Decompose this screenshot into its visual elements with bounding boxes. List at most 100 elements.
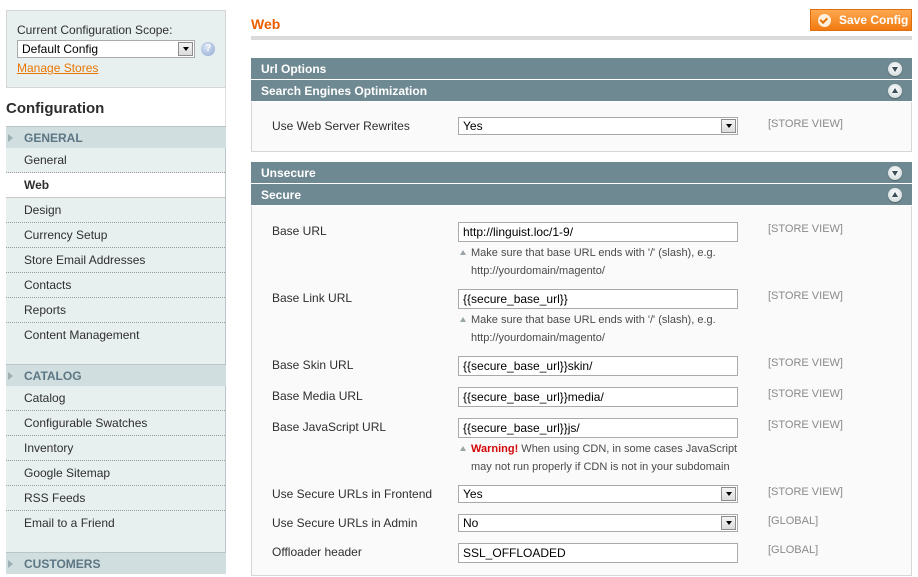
page-title: Web — [251, 16, 281, 32]
sidebar-item-currency-setup[interactable]: Currency Setup — [6, 223, 225, 248]
group-seo-title: Search Engines Optimization — [261, 84, 428, 98]
group-unsecure-title: Unsecure — [261, 166, 316, 180]
sidebar-item-configurable-swatches[interactable]: Configurable Swatches — [6, 411, 225, 436]
chevron-down-icon[interactable] — [721, 119, 736, 133]
warning-label: Warning! — [471, 443, 519, 455]
save-config-label: Save Config — [839, 13, 909, 27]
group-secure-title: Secure — [261, 188, 302, 202]
group-seo[interactable]: Search Engines Optimization — [251, 80, 912, 102]
select-value: Yes — [463, 487, 483, 501]
note-line: Make sure that base URL ends with '/' (s… — [471, 247, 716, 259]
scope-label: [GLOBAL] — [768, 544, 819, 556]
secure-fieldset: Base URL http://linguist.loc/1-9/ Make s… — [251, 206, 912, 576]
group-unsecure[interactable]: Unsecure — [251, 162, 912, 184]
field-label: Base URL — [272, 224, 327, 238]
field-label: Base Media URL — [272, 389, 363, 403]
note-line: Make sure that base URL ends with '/' (s… — [471, 314, 716, 326]
collapse-icon[interactable] — [888, 84, 902, 98]
expand-icon[interactable] — [888, 166, 902, 180]
sidebar-item-store-email-addresses[interactable]: Store Email Addresses — [6, 248, 225, 273]
sidebar-item-web[interactable]: Web — [6, 173, 225, 198]
page-header: Web Save Config — [251, 0, 912, 40]
manage-stores-link[interactable]: Manage Stores — [17, 61, 98, 75]
chevron-down-icon[interactable] — [721, 487, 736, 501]
expand-icon[interactable] — [888, 62, 902, 76]
group-url-options-title: Url Options — [261, 62, 327, 76]
config-title: Configuration — [6, 88, 226, 126]
scope-label: Current Configuration Scope: — [17, 23, 173, 37]
field-row-offloader-header: Offloader header SSL_OFFLOADED [GLOBAL] — [252, 543, 911, 572]
use-secure-frontend-select[interactable]: Yes — [458, 485, 738, 503]
sidebar-list-catalog: Catalog Configurable Swatches Inventory … — [6, 386, 226, 552]
field-row-use-secure-admin: Use Secure URLs in Admin No [GLOBAL] — [252, 514, 911, 543]
sidebar-item-google-sitemap[interactable]: Google Sitemap — [6, 461, 225, 486]
save-config-button[interactable]: Save Config — [810, 9, 912, 31]
field-label: Use Secure URLs in Admin — [272, 516, 418, 530]
chevron-down-icon[interactable] — [178, 42, 194, 56]
base-link-url-input[interactable]: {{secure_base_url}} — [458, 289, 738, 309]
group-secure[interactable]: Secure — [251, 184, 912, 206]
scope-select-value: Default Config — [22, 42, 99, 56]
scope-label: [STORE VIEW] — [768, 388, 843, 400]
rewrites-select[interactable]: Yes — [458, 117, 738, 135]
sidebar-item-catalog[interactable]: Catalog — [6, 386, 225, 411]
sidebar-item-content-management[interactable]: Content Management — [6, 323, 225, 348]
field-row-base-url: Base URL http://linguist.loc/1-9/ Make s… — [252, 222, 911, 289]
scope-label: [STORE VIEW] — [768, 486, 843, 498]
chevron-down-icon[interactable] — [721, 516, 736, 530]
sidebar-item-contacts[interactable]: Contacts — [6, 273, 225, 298]
check-icon — [818, 13, 831, 27]
use-secure-admin-select[interactable]: No — [458, 514, 738, 532]
field-row-use-secure-frontend: Use Secure URLs in Frontend Yes [STORE V… — [252, 485, 911, 514]
field-label: Base JavaScript URL — [272, 420, 387, 434]
base-url-input[interactable]: http://linguist.loc/1-9/ — [458, 222, 738, 242]
field-row-base-js-url: Base JavaScript URL {{secure_base_url}}j… — [252, 418, 911, 485]
scope-select[interactable]: Default Config — [17, 40, 196, 58]
base-js-url-input[interactable]: {{secure_base_url}}js/ — [458, 418, 738, 438]
field-note: Make sure that base URL ends with '/' (s… — [458, 244, 738, 280]
base-media-url-input[interactable]: {{secure_base_url}}media/ — [458, 387, 738, 407]
note-line: http://yourdomain/magento/ — [471, 332, 605, 344]
note-line: http://yourdomain/magento/ — [471, 265, 605, 277]
scope-label: [STORE VIEW] — [768, 357, 843, 369]
base-skin-url-input[interactable]: {{secure_base_url}}skin/ — [458, 356, 738, 376]
scope-label: [STORE VIEW] — [768, 419, 843, 431]
scope-switcher: Current Configuration Scope: Default Con… — [6, 10, 226, 88]
field-label: Use Secure URLs in Frontend — [272, 487, 433, 501]
scope-label: [STORE VIEW] — [768, 118, 843, 130]
field-label: Use Web Server Rewrites — [272, 119, 410, 133]
sidebar-list-general: General Web Design Currency Setup Store … — [6, 148, 226, 364]
offloader-header-input[interactable]: SSL_OFFLOADED — [458, 543, 738, 563]
seo-fieldset: Use Web Server Rewrites Yes [STORE VIEW] — [251, 102, 912, 152]
group-url-options[interactable]: Url Options — [251, 58, 912, 80]
sidebar-item-rss-feeds[interactable]: RSS Feeds — [6, 486, 225, 511]
sidebar: Current Configuration Scope: Default Con… — [6, 10, 226, 574]
field-row-base-link-url: Base Link URL {{secure_base_url}} Make s… — [252, 289, 911, 356]
scope-label: [STORE VIEW] — [768, 223, 843, 235]
sidebar-section-general[interactable]: GENERAL — [6, 126, 226, 148]
rewrites-select-value: Yes — [463, 119, 483, 133]
sidebar-item-design[interactable]: Design — [6, 198, 225, 223]
scope-label: [GLOBAL] — [768, 515, 819, 527]
sidebar-item-inventory[interactable]: Inventory — [6, 436, 225, 461]
field-note: Warning! When using CDN, in some cases J… — [458, 440, 738, 476]
field-row-base-skin-url: Base Skin URL {{secure_base_url}}skin/ [… — [252, 356, 911, 387]
sidebar-section-catalog[interactable]: CATALOG — [6, 364, 226, 386]
select-value: No — [463, 516, 479, 530]
field-label: Base Link URL — [272, 291, 353, 305]
sidebar-item-general[interactable]: General — [6, 148, 225, 173]
main-content: Web Save Config Url Options Search Engin… — [251, 0, 912, 576]
field-label: Offloader header — [272, 545, 362, 559]
sidebar-section-customers[interactable]: CUSTOMERS — [6, 552, 226, 574]
scope-label: [STORE VIEW] — [768, 290, 843, 302]
field-row-rewrites: Use Web Server Rewrites Yes [STORE VIEW] — [252, 117, 911, 135]
note-line: may not run properly if CDN is not in yo… — [471, 461, 730, 473]
field-label: Base Skin URL — [272, 358, 354, 372]
collapse-icon[interactable] — [888, 188, 902, 202]
field-row-base-media-url: Base Media URL {{secure_base_url}}media/… — [252, 387, 911, 418]
sidebar-item-reports[interactable]: Reports — [6, 298, 225, 323]
help-icon[interactable]: ? — [201, 42, 215, 56]
sidebar-item-email-to-a-friend[interactable]: Email to a Friend — [6, 511, 225, 536]
note-line: When using CDN, in some cases JavaScript — [518, 443, 738, 455]
field-note: Make sure that base URL ends with '/' (s… — [458, 311, 738, 347]
